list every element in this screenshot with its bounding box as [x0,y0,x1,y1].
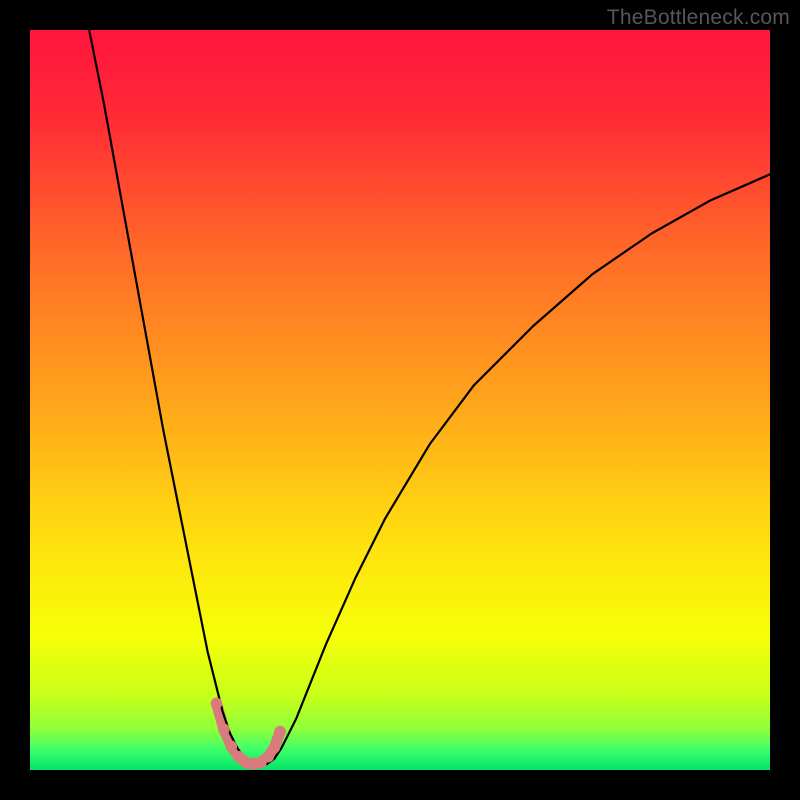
chart-frame [30,30,770,770]
bottleneck-node [268,742,280,754]
bottleneck-curve-chart [30,30,770,770]
bottleneck-node [225,741,237,753]
bottleneck-node [218,724,230,736]
watermark-label: TheBottleneck.com [607,6,790,30]
bottleneck-node [274,726,286,738]
bottleneck-node [211,698,223,710]
gradient-background [30,30,770,770]
